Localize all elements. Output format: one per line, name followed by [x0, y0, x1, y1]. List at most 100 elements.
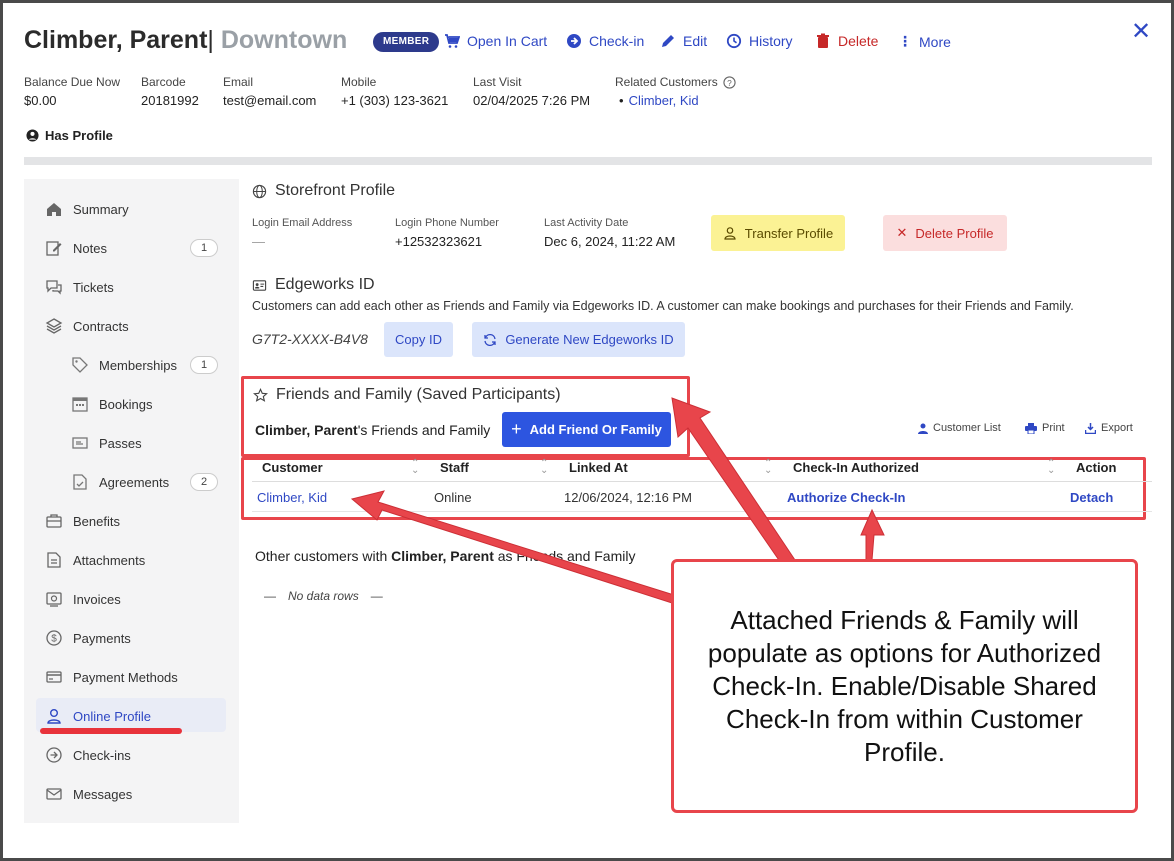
sidebar-item-passes[interactable]: Passes	[71, 434, 142, 452]
has-profile-label: Has Profile	[45, 128, 113, 143]
other-customers-heading: Other customers with Climber, Parent as …	[255, 548, 635, 564]
authorize-check-in-link[interactable]: Authorize Check-In	[787, 490, 905, 505]
generate-edgeworks-id-button[interactable]: Generate New Edgeworks ID	[472, 322, 685, 357]
user-circle-icon	[26, 129, 39, 142]
storefront-section-title: Storefront Profile	[252, 182, 395, 200]
sidebar-item-tickets[interactable]: Tickets	[45, 278, 114, 296]
related-customer-item: • Climber, Kid	[619, 93, 699, 108]
email-value: test@email.com	[223, 93, 317, 108]
column-header-linked-at[interactable]: Linked At	[569, 460, 628, 475]
sidebar-label: Payment Methods	[73, 669, 178, 685]
help-icon[interactable]: ?	[723, 75, 736, 89]
table-row-divider	[252, 511, 1152, 512]
globe-icon	[252, 184, 267, 198]
sidebar-item-summary[interactable]: Summary	[45, 200, 129, 218]
document-check-icon	[73, 474, 87, 490]
sort-icon[interactable]: ⌃ ⌄	[1047, 459, 1055, 476]
sidebar-item-messages[interactable]: Messages	[45, 785, 132, 803]
history-button[interactable]: History	[726, 33, 793, 49]
customer-list-label: Customer List	[933, 422, 1001, 434]
barcode-value: 20181992	[141, 93, 199, 108]
sidebar-label: Summary	[73, 201, 129, 217]
user-icon	[724, 227, 736, 240]
file-icon	[47, 552, 61, 568]
sort-icon[interactable]: ⌃ ⌄	[540, 459, 548, 476]
callout-text: Attached Friends & Family will populate …	[707, 604, 1102, 767]
sidebar-label: Messages	[73, 786, 133, 802]
arrow-circle-icon	[46, 747, 62, 763]
other-name: Climber, Parent	[391, 548, 494, 564]
sidebar-item-contracts[interactable]: Contracts	[45, 317, 129, 335]
print-label: Print	[1042, 422, 1065, 434]
add-friend-or-family-button[interactable]: + Add Friend Or Family	[502, 412, 671, 447]
delete-button[interactable]: Delete	[815, 33, 878, 49]
sort-icon[interactable]: ⌃ ⌄	[411, 459, 419, 476]
sort-icon[interactable]: ⌃ ⌄	[764, 459, 772, 476]
edgeworks-title-text: Edgeworks ID	[275, 276, 375, 293]
last-activity-value: Dec 6, 2024, 11:22 AM	[544, 234, 676, 249]
id-card-icon	[252, 279, 267, 291]
column-header-check-in-authorized[interactable]: Check-In Authorized	[793, 460, 919, 475]
column-header-customer[interactable]: Customer	[262, 460, 323, 475]
check-in-label: Check-in	[589, 33, 645, 49]
customer-list-button[interactable]: Customer List	[918, 422, 1001, 434]
sidebar-item-invoices[interactable]: Invoices	[45, 590, 121, 608]
trash-icon	[817, 33, 829, 48]
transfer-profile-label: Transfer Profile	[744, 225, 834, 241]
title-separator: |	[207, 26, 214, 54]
last-activity-label: Last Activity Date	[544, 217, 629, 229]
sidebar-item-payment-methods[interactable]: Payment Methods	[45, 668, 178, 686]
export-label: Export	[1101, 422, 1133, 434]
sidebar-item-payments[interactable]: $ Payments	[45, 629, 131, 647]
sidebar-label: Bookings	[99, 396, 153, 412]
sidebar-label: Tickets	[73, 279, 114, 295]
friends-owner-suffix: 's Friends and Family	[357, 422, 491, 438]
sidebar-label: Memberships	[99, 357, 178, 373]
sidebar-label: Benefits	[73, 513, 120, 529]
column-header-staff[interactable]: Staff	[440, 460, 469, 475]
sidebar-item-attachments[interactable]: Attachments	[45, 551, 145, 569]
sidebar-item-online-profile[interactable]: Online Profile	[45, 707, 151, 725]
sidebar-item-bookings[interactable]: Bookings	[71, 395, 152, 413]
empty-table-message: — No data rows —	[264, 589, 383, 603]
transfer-profile-button[interactable]: Transfer Profile	[711, 215, 845, 251]
copy-id-button[interactable]: Copy ID	[384, 322, 453, 357]
check-in-button[interactable]: Check-in	[566, 33, 644, 49]
credit-card-icon	[46, 671, 62, 683]
sidebar-item-memberships[interactable]: Memberships	[71, 356, 177, 374]
chat-bubbles-icon	[46, 280, 62, 295]
edit-button[interactable]: Edit	[660, 33, 707, 49]
export-button[interactable]: Export	[1085, 422, 1133, 434]
table-header-divider	[252, 481, 1152, 482]
friends-owner-name: Climber, Parent	[255, 422, 358, 438]
home-icon	[47, 203, 61, 216]
no-data-text: No data rows	[288, 589, 359, 603]
sidebar-label: Agreements	[99, 474, 170, 490]
delete-profile-button[interactable]: ✕ Delete Profile	[883, 215, 1007, 251]
print-button[interactable]: Print	[1025, 422, 1065, 434]
related-customers-label: Related Customers	[615, 75, 718, 89]
location-name: Downtown	[220, 26, 348, 54]
more-button[interactable]: ⋮ More	[898, 33, 951, 50]
sidebar-label: Attachments	[73, 552, 146, 568]
dash-left: —	[264, 589, 276, 603]
history-icon	[726, 33, 742, 49]
sidebar-label: Payments	[73, 630, 131, 646]
add-friend-label: Add Friend Or Family	[529, 422, 662, 437]
sidebar-item-notes[interactable]: Notes	[45, 239, 107, 257]
open-in-cart-button[interactable]: Open In Cart	[444, 33, 547, 49]
svg-text:?: ?	[727, 77, 732, 87]
close-icon[interactable]: ✕	[1131, 17, 1151, 46]
friends-title-text: Friends and Family (Saved Participants)	[276, 386, 561, 403]
sidebar-item-benefits[interactable]: Benefits	[45, 512, 120, 530]
notes-count-badge: 1	[190, 239, 218, 257]
row-customer-link[interactable]: Climber, Kid	[257, 490, 327, 505]
ticket-icon	[72, 437, 88, 449]
printer-icon	[1025, 422, 1037, 434]
sidebar-item-check-ins[interactable]: Check-ins	[45, 746, 131, 764]
sidebar-item-agreements[interactable]: Agreements	[71, 473, 169, 491]
login-email-value: —	[252, 234, 265, 249]
login-email-label: Login Email Address	[252, 217, 353, 229]
related-customer-link[interactable]: Climber, Kid	[629, 93, 699, 108]
detach-link[interactable]: Detach	[1070, 490, 1113, 505]
